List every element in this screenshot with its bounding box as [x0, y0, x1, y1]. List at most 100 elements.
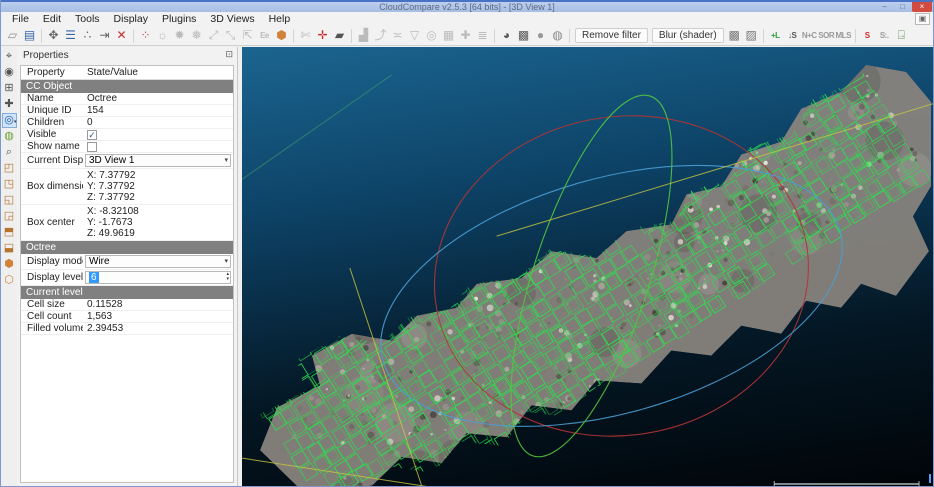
- distance-map-icon[interactable]: ▩: [515, 27, 532, 44]
- delete-icon[interactable]: ✕: [113, 27, 130, 44]
- plugin-s-dots-icon[interactable]: S:.: [876, 27, 893, 44]
- view-iso1-icon[interactable]: ⬢: [2, 257, 17, 272]
- view-back-icon[interactable]: ◳: [2, 177, 17, 192]
- table-header-row: Property State/Value: [21, 66, 233, 80]
- menu-item-file[interactable]: File: [5, 13, 36, 25]
- toolbar-separator: [41, 28, 42, 43]
- display-level-spinbox[interactable]: 6 ▴ ▾: [85, 271, 231, 284]
- light-icon[interactable]: ✹: [171, 27, 188, 44]
- plugin-nc-icon[interactable]: N+C: [801, 27, 818, 44]
- prop-value: 1,563: [87, 311, 113, 322]
- vertices-icon[interactable]: ∴: [79, 27, 96, 44]
- prop-label: Box dimensions: [27, 181, 83, 192]
- prop-row-current-display: Current Display 3D View 1 ▾: [21, 153, 233, 169]
- prop-label: Display level: [27, 272, 83, 283]
- plugin-snake-icon[interactable]: S: [859, 27, 876, 44]
- prop-row-name: Name Octree: [21, 93, 233, 105]
- zoom-out-icon[interactable]: ⤡: [222, 27, 239, 44]
- filter-funnel-icon[interactable]: ▽: [406, 27, 423, 44]
- plugin-add-level-icon[interactable]: +L: [767, 27, 784, 44]
- save-icon[interactable]: ▤: [21, 27, 38, 44]
- crosshair-icon[interactable]: ✛: [314, 27, 331, 44]
- menu-item-tools[interactable]: Tools: [68, 13, 107, 25]
- exit-plugin-icon[interactable]: ⍈: [893, 27, 910, 44]
- panel-float-icon[interactable]: ⊡: [225, 49, 233, 60]
- view-top-icon[interactable]: ⬒: [2, 225, 17, 240]
- point-list-picking-icon[interactable]: ☼: [154, 27, 171, 44]
- view-bottom-icon[interactable]: ⬓: [2, 241, 17, 256]
- ssao-shader-icon[interactable]: ▨: [743, 27, 760, 44]
- prop-row-box-dimensions: Box dimensions X: 7.37792Y: 7.37792Z: 7.3…: [21, 169, 233, 205]
- segment-icon[interactable]: ✄: [297, 27, 314, 44]
- clipping-box-icon[interactable]: ❅: [188, 27, 205, 44]
- toolbar-separator: [293, 28, 294, 43]
- camera-link-icon[interactable]: ⇥: [96, 27, 113, 44]
- show-name-i-checkbox[interactable]: [87, 141, 97, 152]
- prop-row-display-level: Display level 6 ▴ ▾: [21, 270, 233, 286]
- histogram-icon[interactable]: ▟: [355, 27, 372, 44]
- plugin-mls-icon[interactable]: MLS: [835, 27, 852, 44]
- prop-row-children: Children 0: [21, 117, 233, 129]
- open-icon[interactable]: ▱: [4, 27, 21, 44]
- pivot-visibility-icon[interactable]: ◎ ▾: [1, 113, 17, 128]
- trackball-icon[interactable]: ◍: [2, 129, 17, 144]
- zoom-1-1-icon[interactable]: ⊞: [2, 81, 17, 96]
- toolbar-separator: [854, 28, 856, 43]
- camera-settings-icon[interactable]: ◉: [2, 65, 17, 80]
- transform-icon[interactable]: ✥: [45, 27, 62, 44]
- sphere-icon[interactable]: ●: [532, 27, 549, 44]
- plugin-subsample-icon[interactable]: ↓S: [784, 27, 801, 44]
- view-right-icon[interactable]: ◲: [2, 209, 17, 224]
- toolbar-separator: [133, 28, 134, 43]
- prop-value-multiline: X: 7.37792 Y: 7.37792 Z: 7.37792: [87, 170, 136, 203]
- global-zoom-icon[interactable]: ✚: [2, 97, 17, 112]
- close-button[interactable]: ×: [912, 2, 932, 12]
- blur-shader-button[interactable]: Blur (shader): [651, 28, 724, 43]
- zoom-on-selection-icon[interactable]: ⌕: [2, 145, 17, 160]
- prop-row-visible: Visible ✓: [21, 129, 233, 141]
- 3d-viewport[interactable]: [242, 47, 933, 486]
- spin-arrows-icon[interactable]: ▴ ▾: [226, 272, 229, 282]
- maximize-button[interactable]: □: [894, 2, 911, 12]
- display-mode-combo[interactable]: Wire ▾: [85, 255, 231, 268]
- scale-icon[interactable]: Ee: [256, 27, 273, 44]
- levels-icon[interactable]: ≍: [389, 27, 406, 44]
- visible-checkbox[interactable]: ✓: [87, 129, 97, 140]
- toolbar-separator: [351, 28, 352, 43]
- menu-item-3d-views[interactable]: 3D Views: [203, 13, 261, 25]
- prop-label: Current Display: [27, 155, 83, 166]
- register-icon[interactable]: ⇱: [239, 27, 256, 44]
- stack-icon[interactable]: ▦: [440, 27, 457, 44]
- menu-item-edit[interactable]: Edit: [36, 13, 68, 25]
- view-front-icon[interactable]: ◰: [2, 161, 17, 176]
- properties-icon[interactable]: ☰: [62, 27, 79, 44]
- pick-rotation-center-icon[interactable]: ⌖: [2, 49, 17, 64]
- prop-row-box-center: Box center X: -8.32108 Y: -1.7673 Z: 49.961…: [21, 205, 233, 241]
- edl-shader-icon[interactable]: ▩: [726, 27, 743, 44]
- mdi-restore-button[interactable]: ▣: [915, 13, 930, 25]
- menu-item-display[interactable]: Display: [107, 13, 155, 25]
- donut-icon[interactable]: ◎: [423, 27, 440, 44]
- compare-icon[interactable]: ◕: [498, 27, 515, 44]
- minimize-button[interactable]: –: [876, 2, 893, 12]
- add-icon[interactable]: ✚: [457, 27, 474, 44]
- toolbar-separator: [762, 28, 764, 43]
- column-header-state-value: State/Value: [87, 67, 138, 78]
- view-left-icon[interactable]: ◱: [2, 193, 17, 208]
- curvature-icon[interactable]: ⤴: [372, 27, 389, 44]
- point-picking-icon[interactable]: ⁘: [137, 27, 154, 44]
- zoom-in-icon[interactable]: ⤢: [205, 27, 222, 44]
- plugin-sor-icon[interactable]: SOR: [818, 27, 835, 44]
- list-icon[interactable]: ≣: [474, 27, 491, 44]
- sand-timer-icon[interactable]: ⬢: [273, 27, 290, 44]
- view-iso2-icon[interactable]: ⬡: [2, 273, 17, 288]
- menu-item-plugins[interactable]: Plugins: [155, 13, 203, 25]
- cloudcompare-window: { "window": { "title": "CloudCompare v2.…: [0, 0, 934, 487]
- scale-bar: [773, 481, 920, 486]
- mesh-icon[interactable]: ▰: [331, 27, 348, 44]
- remove-filter-button[interactable]: Remove filter: [575, 28, 648, 43]
- prop-label: Cell size: [27, 299, 65, 310]
- current-display-combo[interactable]: 3D View 1 ▾: [85, 154, 231, 167]
- density-icon[interactable]: ◍: [549, 27, 566, 44]
- menu-item-help[interactable]: Help: [262, 13, 298, 25]
